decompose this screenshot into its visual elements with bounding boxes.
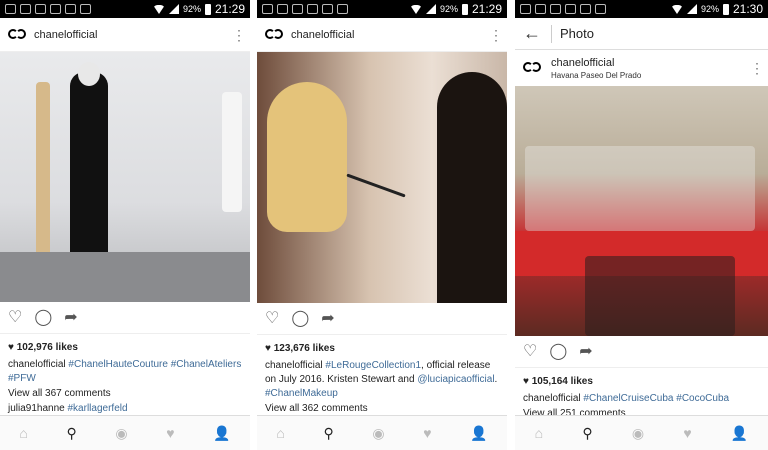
hashtag[interactable]: #PFW	[8, 373, 36, 384]
battery-icon	[722, 3, 729, 15]
caption-username[interactable]: chanelofficial	[265, 360, 323, 371]
post-image[interactable]	[515, 86, 768, 336]
profile-icon[interactable]: 👤	[213, 425, 230, 442]
clock: 21:30	[732, 2, 763, 16]
post-header: chanelofficial ⋮	[0, 18, 250, 52]
share-icon[interactable]: ➦	[321, 310, 334, 327]
view-all-comments[interactable]: View all 367 comments	[0, 386, 250, 401]
hashtag[interactable]: #ChanelCruiseCuba	[583, 393, 673, 404]
battery-icon	[461, 3, 468, 15]
username[interactable]: chanelofficial	[34, 29, 232, 41]
comment-icon[interactable]: ◯	[34, 309, 52, 326]
post-actions: ♡ ◯ ➦	[257, 303, 507, 335]
camera-icon[interactable]: ◉	[372, 425, 384, 442]
like-count[interactable]: ♥ 102,976 likes	[0, 340, 250, 355]
hashtag[interactable]: #ChanelAteliers	[171, 359, 242, 370]
phone-screen-2: 92% 21:29 chanelofficial ⋮ ♡ ◯ ➦ ♥ 123,6…	[257, 0, 507, 450]
clock: 21:29	[214, 2, 245, 16]
caption-username[interactable]: chanelofficial	[523, 393, 581, 404]
phone-screen-1: 92% 21:29 chanelofficial ⋮ ♡ ◯ ➦ ♥ 102,9…	[0, 0, 250, 450]
wifi-icon	[409, 4, 422, 14]
camera-icon[interactable]: ◉	[632, 425, 644, 442]
like-count[interactable]: ♥ 123,676 likes	[257, 341, 507, 356]
notification-icons	[5, 4, 153, 14]
like-heart-icon[interactable]: ♡	[265, 310, 279, 327]
hashtag[interactable]: #ChanelHauteCouture	[68, 359, 168, 370]
search-icon[interactable]: ⚲	[323, 425, 333, 442]
activity-heart-icon[interactable]: ♥	[423, 425, 431, 441]
battery-percent: 92%	[182, 4, 201, 14]
bottom-nav: ⌂ ⚲ ◉ ♥ 👤	[515, 415, 768, 450]
mention[interactable]: @luciapicaofficial	[417, 374, 494, 385]
notification-icons	[520, 4, 671, 14]
view-all-comments[interactable]: View all 362 comments	[257, 401, 507, 416]
caption: chanelofficial #LeRougeCollection1, offi…	[257, 356, 507, 401]
battery-icon	[204, 3, 211, 15]
like-count[interactable]: ♥ 105,164 likes	[515, 374, 768, 389]
clock: 21:29	[471, 2, 502, 16]
comment-icon[interactable]: ◯	[291, 310, 309, 327]
hashtag[interactable]: #ChanelMakeup	[265, 388, 338, 399]
bottom-nav: ⌂ ⚲ ◉ ♥ 👤	[0, 415, 250, 450]
share-icon[interactable]: ➦	[64, 309, 77, 326]
page-title: Photo	[560, 26, 594, 41]
home-icon[interactable]: ⌂	[276, 425, 284, 441]
status-bar: 92% 21:30	[515, 0, 768, 18]
more-options-icon[interactable]: ⋮	[232, 28, 246, 42]
profile-icon[interactable]: 👤	[731, 425, 748, 442]
divider	[551, 24, 552, 43]
battery-percent: 92%	[439, 4, 458, 14]
chanel-logo-icon[interactable]	[265, 28, 283, 41]
post-actions: ♡ ◯ ➦	[0, 302, 250, 334]
camera-icon[interactable]: ◉	[115, 425, 127, 442]
search-icon[interactable]: ⚲	[66, 425, 76, 442]
caption: chanelofficial #ChanelCruiseCuba #CocoCu…	[515, 389, 768, 406]
search-icon[interactable]: ⚲	[582, 425, 592, 442]
status-bar: 92% 21:29	[0, 0, 250, 18]
hashtag[interactable]: #CocoCuba	[676, 393, 729, 404]
home-icon[interactable]: ⌂	[19, 425, 27, 441]
comment-icon[interactable]: ◯	[549, 343, 567, 360]
caption-username[interactable]: chanelofficial	[8, 359, 66, 370]
comment-username[interactable]: julia91hanne	[8, 403, 65, 414]
more-options-icon[interactable]: ⋮	[750, 61, 764, 75]
post-image[interactable]	[0, 52, 250, 302]
phone-screen-3: 92% 21:30 ← Photo chanelofficial Havana …	[515, 0, 768, 450]
wifi-icon	[670, 4, 683, 14]
location[interactable]: Havana Paseo Del Prado	[551, 71, 750, 80]
activity-heart-icon[interactable]: ♥	[683, 425, 691, 441]
status-bar: 92% 21:29	[257, 0, 507, 18]
chanel-logo-icon[interactable]	[8, 28, 26, 41]
back-arrow-icon[interactable]: ←	[523, 23, 541, 44]
more-options-icon[interactable]: ⋮	[489, 28, 503, 42]
profile-icon[interactable]: 👤	[470, 425, 487, 442]
username[interactable]: chanelofficial	[291, 29, 489, 41]
chanel-logo-icon[interactable]	[523, 62, 541, 74]
signal-icon	[686, 4, 697, 14]
photo-top-bar: ← Photo	[515, 18, 768, 50]
activity-heart-icon[interactable]: ♥	[166, 425, 174, 441]
caption: chanelofficial #ChanelHauteCouture #Chan…	[0, 355, 250, 386]
home-icon[interactable]: ⌂	[535, 425, 543, 441]
hashtag[interactable]: #karllagerfeld	[68, 403, 128, 414]
bottom-nav: ⌂ ⚲ ◉ ♥ 👤	[257, 415, 507, 450]
post-header: chanelofficial Havana Paseo Del Prado ⋮	[515, 50, 768, 86]
comment: julia91hanne #karllagerfeld	[0, 401, 250, 416]
like-heart-icon[interactable]: ♡	[523, 343, 537, 360]
post-header: chanelofficial ⋮	[257, 18, 507, 52]
post-image[interactable]	[257, 52, 507, 303]
username[interactable]: chanelofficial	[551, 57, 750, 69]
post-actions: ♡ ◯ ➦	[515, 336, 768, 368]
signal-icon	[425, 4, 436, 14]
share-icon[interactable]: ➦	[579, 343, 592, 360]
notification-icons	[262, 4, 410, 14]
like-heart-icon[interactable]: ♡	[8, 309, 22, 326]
caption-text: .	[494, 374, 498, 385]
signal-icon	[168, 4, 179, 14]
hashtag[interactable]: #LeRougeCollection1	[325, 360, 421, 371]
battery-percent: 92%	[700, 4, 719, 14]
wifi-icon	[152, 4, 165, 14]
